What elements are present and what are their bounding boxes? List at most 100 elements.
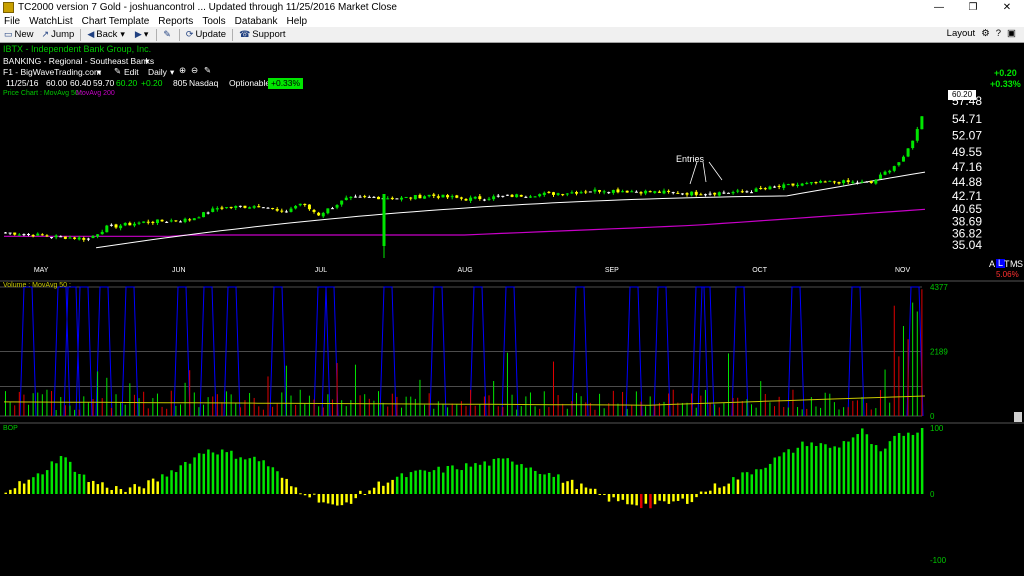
candle-body (911, 140, 915, 149)
bop-bar (639, 494, 643, 509)
menu-reports[interactable]: Reports (158, 16, 193, 27)
draw-button[interactable]: ✎ (159, 28, 177, 42)
candle-body (86, 238, 90, 240)
bop-bar (322, 494, 325, 503)
candle-body (740, 191, 744, 193)
support-button[interactable]: ☎ Support (235, 28, 290, 42)
forward-button[interactable]: ▶ ▾ (131, 28, 154, 42)
candle-body (123, 222, 127, 226)
minimize-button[interactable]: — (922, 0, 956, 15)
zoom-out-icon[interactable]: ⊖ (191, 66, 198, 75)
menu-chart-template[interactable]: Chart Template (82, 16, 150, 27)
candle-body (814, 182, 818, 184)
candle-body (248, 207, 252, 209)
candle-body (869, 181, 873, 184)
bop-bar (796, 447, 800, 494)
bop-bar (566, 481, 569, 494)
bop-bar (133, 484, 136, 494)
bop-bar (50, 461, 54, 494)
menu-watchlist[interactable]: WatchList (29, 16, 73, 27)
bop-bar (395, 476, 399, 494)
bop-bar (478, 464, 482, 494)
bop-bar (879, 451, 882, 494)
candle-body (750, 192, 754, 194)
bop-bar (377, 481, 381, 494)
candle-body (800, 183, 804, 186)
candle-body (151, 221, 155, 223)
bop-bar (713, 483, 717, 494)
candle-body (96, 234, 100, 237)
draw-tool-icon[interactable]: ✎ (204, 66, 211, 75)
new-button[interactable]: ▭ New (0, 28, 38, 42)
bop-bar (524, 467, 528, 494)
back-button[interactable]: ◀ Back ▾ (83, 28, 131, 42)
bop-bar (193, 457, 196, 494)
bop-bar (672, 494, 675, 502)
quote-date: 11/25/16 (6, 78, 39, 88)
quote-volume: 805 (173, 78, 188, 88)
candle-body (819, 180, 823, 183)
candle-body (662, 190, 666, 194)
bop-bar (515, 464, 519, 494)
candle-body (906, 148, 910, 157)
candle-body (593, 189, 597, 192)
source-label[interactable]: F1 - BigWaveTrading.com (3, 68, 101, 77)
candle-body (717, 192, 721, 196)
bop-bar (649, 494, 652, 509)
menu-file[interactable]: File (4, 16, 20, 27)
bop-bar (105, 487, 109, 494)
menu-databank[interactable]: Databank (235, 16, 278, 27)
alt-label-s: S (1017, 259, 1024, 269)
bop-bar (709, 490, 712, 494)
gear-icon[interactable]: ⚙ (981, 28, 990, 39)
window-icon[interactable]: ▣ (1007, 28, 1016, 39)
bop-bar (465, 463, 468, 494)
edit-icon[interactable]: ✎ (114, 67, 121, 76)
period-select[interactable]: Daily (148, 68, 167, 77)
bop-bar (570, 479, 574, 494)
volume-panel-label: Volume : MovAvg 50 : (3, 282, 71, 289)
jump-button[interactable]: ↗ Jump (38, 28, 79, 42)
bop-bar (405, 477, 408, 494)
edit-button[interactable]: Edit (124, 68, 139, 77)
candle-body (676, 192, 680, 194)
bop-bar (400, 473, 404, 494)
bop-bar (690, 494, 694, 503)
bop-bar (243, 459, 247, 494)
candle-body (54, 235, 58, 238)
candle-body (321, 212, 325, 217)
bop-bar (718, 487, 721, 494)
candle-body (298, 203, 302, 206)
chart-area[interactable]: MAY JUN JUL AUG SEP OCT NOV 57.48 54.71 52.07 49.5… (0, 44, 1024, 576)
candle-body (40, 234, 44, 236)
bop-bar (893, 435, 896, 494)
candle-body (598, 190, 602, 192)
quote-open: 60.00 (46, 78, 68, 88)
source-dropdown-icon[interactable]: ▾ (97, 68, 101, 77)
industry-dropdown-icon[interactable]: ▾ (145, 57, 149, 66)
bop-bar (501, 458, 505, 494)
bop-bar (538, 473, 542, 494)
help-icon[interactable]: ? (996, 28, 1001, 39)
price-axis-label: 54.71 (952, 112, 982, 126)
bop-bar (87, 482, 90, 494)
bop-bar (73, 471, 77, 494)
bop-bar (750, 474, 754, 494)
update-button[interactable]: ⟳ Update (182, 28, 230, 42)
close-button[interactable]: ✕ (990, 0, 1024, 15)
bop-bar (165, 476, 169, 494)
candle-body (455, 195, 459, 198)
period-dropdown-icon[interactable]: ▾ (170, 68, 174, 77)
bop-bar (423, 470, 427, 494)
toolbar: ▭ New ↗ Jump ◀ Back ▾ ▶ ▾ ✎ ⟳ Update ☎ Support … (0, 27, 1024, 43)
bop-bar (409, 472, 413, 494)
menu-help[interactable]: Help (286, 16, 307, 27)
layout-button[interactable]: Layout (947, 28, 976, 39)
bop-bar (607, 494, 611, 502)
menu-tools[interactable]: Tools (202, 16, 225, 27)
maximize-button[interactable]: ❐ (956, 0, 990, 15)
bop-bar (41, 474, 44, 494)
bop-bar (492, 458, 496, 494)
zoom-in-icon[interactable]: ⊕ (179, 66, 186, 75)
price-axis-label: 42.71 (952, 189, 982, 203)
